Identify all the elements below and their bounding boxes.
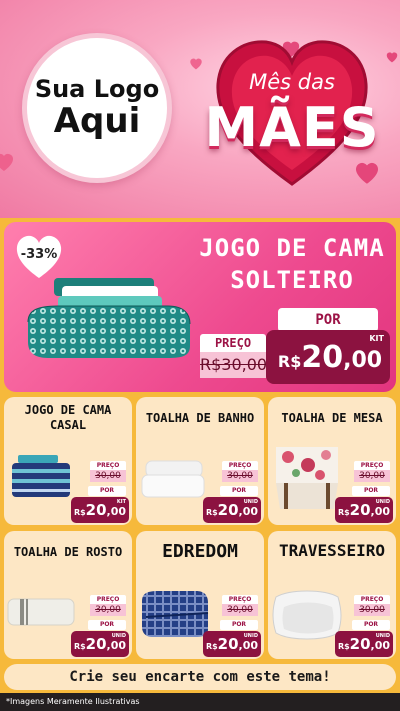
price-dec: ,00 xyxy=(238,639,259,652)
por-label: POR xyxy=(220,486,258,496)
product-image xyxy=(142,591,209,637)
cta-banner[interactable]: Crie seu encarte com este tema! xyxy=(4,664,396,690)
campaign-big-text: MÃES xyxy=(204,96,380,159)
preco-label: PREÇO xyxy=(354,461,390,470)
old-price-box: PREÇO 30,00 xyxy=(354,461,390,483)
price-int: 20 xyxy=(85,635,107,653)
product-image xyxy=(141,460,205,498)
price-int: 20 xyxy=(349,501,371,519)
price: R$20,00 xyxy=(337,634,391,653)
price-int: 20 xyxy=(301,340,344,375)
product-image xyxy=(12,455,70,497)
price-box: UNID R$20,00 xyxy=(71,631,129,657)
price-dec: ,00 xyxy=(106,505,127,518)
currency: R$ xyxy=(205,508,218,517)
preco-label: PREÇO xyxy=(354,595,390,604)
old-price: 30,00 xyxy=(90,604,126,616)
price: R$20,00 xyxy=(337,500,391,519)
price-box: UNID R$20,00 xyxy=(203,497,261,523)
price-box: UNID R$20,00 xyxy=(335,631,393,657)
product-card[interactable]: TOALHA DE ROSTO PREÇO 30,00 POR UNID R$2… xyxy=(4,531,132,659)
bedding-image xyxy=(27,278,191,358)
logo-line1: Sua Logo xyxy=(34,75,160,104)
preco-label: PREÇO xyxy=(90,595,126,604)
currency: R$ xyxy=(277,352,302,371)
product-card[interactable]: JOGO DE CAMA CASAL PREÇO 30,00 POR KIT R… xyxy=(4,397,132,525)
por-label: POR xyxy=(88,620,126,630)
preco-label: PREÇO xyxy=(200,334,266,352)
campaign-small-text: Mês das xyxy=(249,70,335,94)
logo-placeholder: Sua Logo Aqui xyxy=(22,33,172,183)
product-title: JOGO DE CAMA CASAL xyxy=(24,403,112,432)
preco-label: PREÇO xyxy=(90,461,126,470)
price: R$20,00 xyxy=(205,500,259,519)
product-title: TOALHA DE ROSTO xyxy=(13,545,123,559)
por-label: POR xyxy=(220,620,258,630)
currency: R$ xyxy=(73,642,86,651)
currency: R$ xyxy=(337,642,350,651)
old-price-box: PREÇO 30,00 xyxy=(222,461,258,483)
price-box: UNID R$20,00 xyxy=(335,497,393,523)
product-card[interactable]: EDREDOM PREÇO 30,00 POR UNID R$20,00 xyxy=(136,531,264,659)
price-int: 20 xyxy=(85,501,107,519)
product-title: TOALHA DE BANHO xyxy=(145,411,255,425)
price-dec: ,00 xyxy=(370,505,391,518)
discount-label: -33% xyxy=(20,247,58,262)
old-price: 30,00 xyxy=(354,470,390,482)
price: R$20,00 xyxy=(73,500,127,519)
heart-icon xyxy=(0,154,13,171)
price-box: KIT R$20,00 xyxy=(266,330,390,384)
campaign-logo: Mês das MÃES xyxy=(192,38,392,198)
currency: R$ xyxy=(337,508,350,517)
old-price-box: PREÇO R$30,00 xyxy=(200,334,267,382)
old-price-box: PREÇO 30,00 xyxy=(90,461,126,483)
price-dec: ,00 xyxy=(370,639,391,652)
featured-title-line1: JOGO DE CAMA xyxy=(199,234,385,262)
product-card[interactable]: TOALHA DE BANHO PREÇO 30,00 POR UNID R$2… xyxy=(136,397,264,525)
logo-line2: Aqui xyxy=(53,100,141,141)
por-label: POR xyxy=(352,620,390,630)
hero-banner: Sua Logo Aqui Mês das MÃES xyxy=(0,0,400,218)
por-label: POR xyxy=(88,486,126,496)
featured-title: JOGO DE CAMA SOLTEIRO xyxy=(194,232,390,297)
footer-disclaimer: *Imagens Meramente Ilustrativas xyxy=(0,693,400,711)
price: R$20,00 xyxy=(205,634,259,653)
product-image xyxy=(7,598,75,626)
price-int: 20 xyxy=(217,501,239,519)
price-dec: ,00 xyxy=(106,639,127,652)
currency: R$ xyxy=(205,642,218,651)
price-dec: ,00 xyxy=(238,505,259,518)
product-title: TRAVESSEIRO xyxy=(279,541,385,560)
preco-label: PREÇO xyxy=(222,595,258,604)
price-int: 20 xyxy=(217,635,239,653)
old-price: 30,00 xyxy=(222,604,258,616)
product-card[interactable]: TOALHA DE MESA PREÇO 30,00 POR UNID R$20… xyxy=(268,397,396,525)
price-int: 20 xyxy=(349,635,371,653)
old-price-box: PREÇO 30,00 xyxy=(90,595,126,617)
product-title: TOALHA DE MESA xyxy=(281,411,383,425)
product-card[interactable]: TRAVESSEIRO PREÇO 30,00 POR UNID R$20,00 xyxy=(268,531,396,659)
old-price: R$30,00 xyxy=(200,352,267,378)
price-dec: ,00 xyxy=(343,348,383,373)
product-image xyxy=(276,447,338,509)
old-price-box: PREÇO 30,00 xyxy=(354,595,390,617)
old-price: 30,00 xyxy=(222,470,258,482)
featured-title-line2: SOLTEIRO xyxy=(230,266,354,295)
featured-product[interactable]: -33% JOGO DE CAMA SOLTEIRO POR PREÇO R$3… xyxy=(4,222,396,392)
currency: R$ xyxy=(73,508,86,517)
preco-label: PREÇO xyxy=(222,461,258,470)
old-price-box: PREÇO 30,00 xyxy=(222,595,258,617)
por-label: POR xyxy=(278,308,378,332)
old-price: 30,00 xyxy=(90,470,126,482)
old-price: 30,00 xyxy=(354,604,390,616)
price: R$20,00 xyxy=(272,340,388,375)
product-title: EDREDOM xyxy=(162,541,238,562)
product-image xyxy=(272,590,342,640)
price-box: UNID R$20,00 xyxy=(203,631,261,657)
price: R$20,00 xyxy=(73,634,127,653)
price-box: KIT R$20,00 xyxy=(71,497,129,523)
por-label: POR xyxy=(352,486,390,496)
